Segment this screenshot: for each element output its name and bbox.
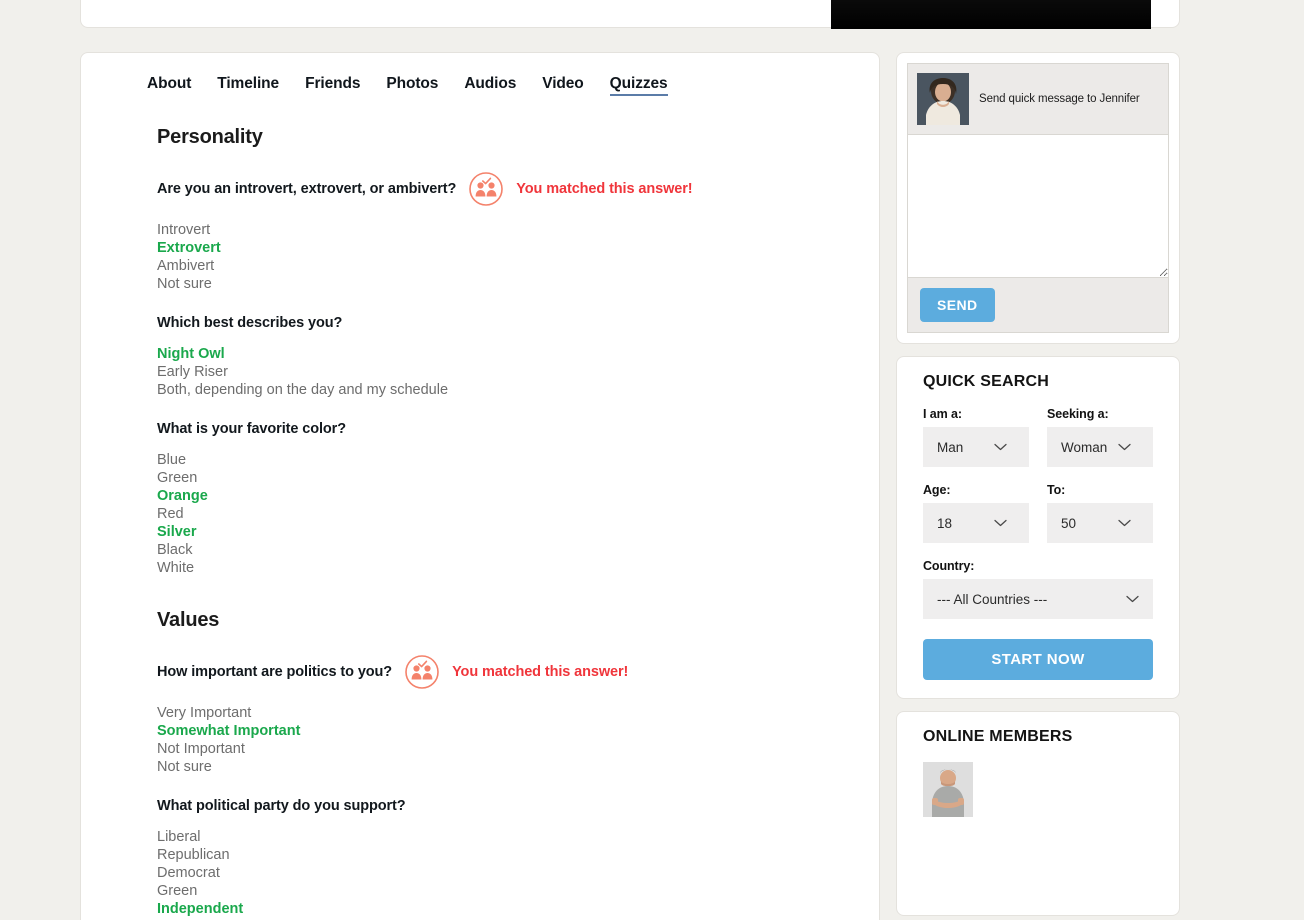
chevron-down-icon — [994, 519, 1007, 527]
quiz-answer[interactable]: Both, depending on the day and my schedu… — [157, 381, 841, 399]
quiz-answer[interactable]: Green — [157, 882, 841, 900]
quiz-answer-selected[interactable]: Extrovert — [157, 239, 841, 257]
quiz-answer[interactable]: Republican — [157, 846, 841, 864]
quick-search-field: Country: --- All Countries --- — [923, 559, 1153, 635]
right-sidebar: Send quick message to Jennifer SEND QUIC… — [896, 52, 1180, 920]
top-banner-media[interactable] — [831, 0, 1151, 29]
chevron-down-icon — [1118, 519, 1131, 527]
select-value: 50 — [1061, 515, 1077, 531]
matched-answer-label: You matched this answer! — [452, 664, 629, 680]
quiz-answer[interactable]: Introvert — [157, 221, 841, 239]
send-button[interactable]: SEND — [920, 288, 995, 322]
quiz-answer[interactable]: Red — [157, 505, 841, 523]
quiz-answer[interactable]: Early Riser — [157, 363, 841, 381]
quiz-answer-list: Introvert Extrovert Ambivert Not sure — [157, 221, 841, 293]
tab-about[interactable]: About — [147, 75, 191, 93]
quiz-answer-list: Liberal Republican Democrat Green Independen… — [157, 828, 841, 918]
top-partial-card — [80, 0, 1180, 29]
profile-tabs: About Timeline Friends Photos Audios Video Qui… — [119, 75, 841, 96]
quiz-question-row: What is your favorite color? — [157, 421, 841, 437]
quiz-answer[interactable]: White — [157, 559, 841, 577]
quiz-answer[interactable]: Black — [157, 541, 841, 559]
quiz-section-title: Personality — [157, 126, 263, 148]
chevron-down-icon — [994, 443, 1007, 451]
quiz-question-row: Which best describes you? — [157, 315, 841, 331]
age-from-select[interactable]: 18 — [923, 503, 1029, 543]
quiz-answer[interactable]: Not sure — [157, 758, 841, 776]
field-label: Age: — [923, 483, 951, 497]
quiz-answer-selected[interactable]: Independent — [157, 900, 841, 918]
online-members-title: ONLINE MEMBERS — [923, 728, 1073, 745]
quick-message-header: Send quick message to Jennifer — [908, 64, 1168, 134]
quiz-question-text: Are you an introvert, extrovert, or ambi… — [157, 181, 457, 197]
age-to-select[interactable]: 50 — [1047, 503, 1153, 543]
quiz-answer[interactable]: Democrat — [157, 864, 841, 882]
country-select[interactable]: --- All Countries --- — [923, 579, 1153, 619]
quiz-question-text: What political party do you support? — [157, 798, 406, 814]
tab-audios[interactable]: Audios — [464, 75, 516, 93]
quiz-answer[interactable]: Ambivert — [157, 257, 841, 275]
tab-timeline[interactable]: Timeline — [217, 75, 279, 93]
quick-message-footer: SEND — [908, 278, 1168, 332]
quick-search-field: Age: 18 — [923, 483, 1029, 559]
online-member-thumbnail[interactable] — [923, 762, 973, 817]
jennifer-avatar[interactable] — [917, 73, 969, 125]
quiz-answer-list: Night Owl Early Riser Both, depending on t… — [157, 345, 841, 399]
quiz-answer[interactable]: Not sure — [157, 275, 841, 293]
online-members-grid — [911, 762, 1165, 817]
profile-main-card: About Timeline Friends Photos Audios Video Qui… — [80, 52, 880, 920]
select-value: Woman — [1061, 439, 1108, 455]
matched-answer-label: You matched this answer! — [516, 181, 693, 197]
quiz-answer[interactable]: Green — [157, 469, 841, 487]
quiz-answer-selected[interactable]: Somewhat Important — [157, 722, 841, 740]
quiz-answer[interactable]: Liberal — [157, 828, 841, 846]
tab-video[interactable]: Video — [542, 75, 584, 93]
quiz-question-text: Which best describes you? — [157, 315, 343, 331]
quick-message-label: Send quick message to Jennifer — [979, 93, 1140, 105]
quiz-answer-selected[interactable]: Silver — [157, 523, 841, 541]
quiz-answer-selected[interactable]: Night Owl — [157, 345, 841, 363]
page-root: About Timeline Friends Photos Audios Video Qui… — [0, 0, 1304, 920]
select-value: --- All Countries --- — [937, 591, 1048, 607]
field-label: Country: — [923, 559, 975, 573]
quiz-answer[interactable]: Very Important — [157, 704, 841, 722]
quiz-question-row: What political party do you support? — [157, 798, 841, 814]
tab-photos[interactable]: Photos — [386, 75, 438, 93]
tab-quizzes[interactable]: Quizzes — [609, 75, 668, 96]
quiz-answer[interactable]: Blue — [157, 451, 841, 469]
quiz-question-text: How important are politics to you? — [157, 664, 393, 680]
tab-friends[interactable]: Friends — [305, 75, 360, 93]
quick-search-field: To: 50 — [1047, 483, 1153, 559]
quick-message-panel: Send quick message to Jennifer SEND — [896, 52, 1180, 344]
quick-search-fields: I am a: Man Seeking a: Woman Age: 18 To: 50 … — [911, 407, 1165, 635]
chevron-down-icon — [1126, 595, 1139, 603]
quiz-question-text: What is your favorite color? — [157, 421, 346, 437]
select-value: 18 — [937, 515, 953, 531]
quick-search-title: QUICK SEARCH — [923, 373, 1049, 390]
quiz-answer-list: Blue Green Orange Red Silver Black White — [157, 451, 841, 577]
select-value: Man — [937, 439, 964, 455]
quiz-answer-selected[interactable]: Orange — [157, 487, 841, 505]
quick-message-box: Send quick message to Jennifer SEND — [907, 63, 1169, 333]
matched-answer-icon — [405, 655, 439, 689]
quiz-answer-list: Very Important Somewhat Important Not Impo… — [157, 704, 841, 776]
online-members-panel: ONLINE MEMBERS — [896, 711, 1180, 916]
quiz-section-title: Values — [157, 609, 220, 631]
chevron-down-icon — [1118, 443, 1131, 451]
quiz-content: Personality Are you an introvert, extrove… — [119, 126, 841, 918]
i-am-a-select[interactable]: Man — [923, 427, 1029, 467]
quiz-answer[interactable]: Not Important — [157, 740, 841, 758]
quick-search-field: I am a: Man — [923, 407, 1029, 483]
field-label: Seeking a: — [1047, 407, 1109, 421]
seeking-a-select[interactable]: Woman — [1047, 427, 1153, 467]
matched-answer-icon — [469, 172, 504, 206]
quiz-question-row: Are you an introvert, extrovert, or ambi… — [157, 171, 841, 207]
start-now-button[interactable]: START NOW — [923, 639, 1153, 680]
quick-message-textarea[interactable] — [908, 134, 1168, 278]
quiz-question-row: How important are politics to you? You m… — [157, 654, 841, 690]
field-label: I am a: — [923, 407, 962, 421]
quick-search-field: Seeking a: Woman — [1047, 407, 1153, 483]
quick-search-panel: QUICK SEARCH I am a: Man Seeking a: Woman … — [896, 356, 1180, 699]
field-label: To: — [1047, 483, 1066, 497]
